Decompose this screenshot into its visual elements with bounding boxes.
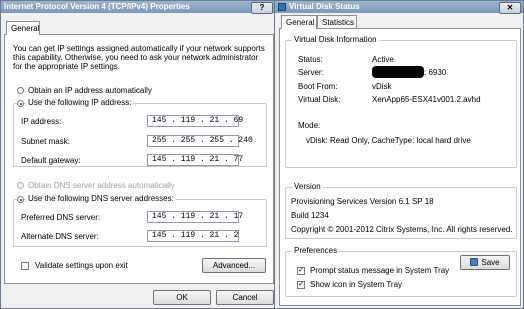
close-button[interactable]: ✕ <box>499 2 521 14</box>
intro-line-2: this capability. Otherwise, you need to … <box>13 53 259 62</box>
use-dns-label[interactable]: Use the following DNS server addresses: <box>26 194 176 204</box>
vdisk-general-panel: Virtual Disk Information Status: Active … <box>279 28 521 306</box>
subnet-mask-label: Subnet mask: <box>21 137 70 146</box>
ip-address-label: IP address: <box>21 117 62 126</box>
virtual-disk-label: Virtual Disk: <box>298 95 341 104</box>
preferred-dns-label: Preferred DNS server: <box>21 213 101 222</box>
save-icon <box>470 258 479 266</box>
ipv4-general-panel: You can get IP settings assigned automat… <box>4 34 274 284</box>
intro-line-1: You can get IP settings assigned automat… <box>13 44 265 53</box>
tab-general[interactable]: General <box>6 21 40 35</box>
show-icon-checkbox[interactable]: ✓ <box>297 281 305 289</box>
mode-value: vDisk: Read Only, CacheType: local hard … <box>306 136 471 145</box>
vdisk-status-window: Virtual Disk Status ✕ General Statistics… <box>274 0 524 309</box>
boot-from-label: Boot From: <box>298 82 338 91</box>
ipv4-properties-window: Internet Protocol Version 4 (TCP/IPv4) P… <box>0 0 276 309</box>
virtual-disk-value: XenApp65-ESX41v001.2.avhd <box>372 95 481 104</box>
vdisk-info-title: Virtual Disk Information <box>292 35 379 45</box>
build-line: Build 1234 <box>291 211 329 220</box>
alternate-dns-input[interactable]: 145 . 119 . 21 . 2 <box>147 230 239 242</box>
advanced-button[interactable]: Advanced... <box>202 258 266 273</box>
status-value: Active <box>372 55 394 64</box>
copyright-line: Copyright © 2001-2012 Citrix Systems, In… <box>291 225 513 234</box>
vdisk-title: Virtual Disk Status <box>275 1 523 13</box>
intro-line-3: for the appropriate IP settings. <box>13 62 121 71</box>
gateway-input[interactable]: 145 . 119 . 21 . 77 <box>147 154 243 166</box>
obtain-ip-auto-radio[interactable] <box>17 87 24 94</box>
show-icon-label[interactable]: Show icon in System Tray <box>310 280 402 289</box>
use-ip-label[interactable]: Use the following IP address: <box>26 98 134 108</box>
prompt-status-label[interactable]: Prompt status message in System Tray <box>310 266 449 275</box>
use-dns-radio[interactable] <box>17 196 24 203</box>
boot-from-value: vDisk <box>372 82 392 91</box>
tab-vdisk-general[interactable]: General <box>281 15 317 29</box>
obtain-dns-auto-radio[interactable] <box>17 182 24 189</box>
alternate-dns-label: Alternate DNS server: <box>21 232 99 241</box>
server-port: : 6930 <box>424 68 447 77</box>
preferred-dns-input[interactable]: 145 . 119 . 21 . 17 <box>147 211 243 223</box>
help-button[interactable]: ? <box>251 2 273 14</box>
prompt-status-checkbox[interactable]: ✓ <box>297 267 305 275</box>
preferences-title: Preferences <box>292 246 340 256</box>
obtain-ip-auto-label[interactable]: Obtain an IP address automatically <box>28 86 152 95</box>
ipv4-title: Internet Protocol Version 4 (TCP/IPv4) P… <box>1 1 275 13</box>
obtain-dns-auto-label[interactable]: Obtain DNS server address automatically <box>28 181 175 190</box>
save-button[interactable]: Save <box>460 255 510 270</box>
gateway-label: Default gateway: <box>21 156 81 165</box>
save-label: Save <box>481 258 500 267</box>
validate-label[interactable]: Validate settings upon exit <box>35 261 128 270</box>
ok-button[interactable]: OK <box>153 290 211 305</box>
version-title: Version <box>292 182 323 192</box>
cancel-button[interactable]: Cancel <box>216 290 274 305</box>
validate-checkbox[interactable] <box>21 262 29 270</box>
subnet-mask-input[interactable]: 255 . 255 . 255 . 240 <box>147 135 253 147</box>
version-line: Provisioning Services Version 6.1 SP 18 <box>291 197 434 206</box>
mode-label: Mode: <box>298 121 321 130</box>
tab-statistics[interactable]: Statistics <box>317 15 357 29</box>
status-label: Status: <box>298 55 323 64</box>
redacted-server-name <box>372 66 424 78</box>
ip-address-input[interactable]: 145 . 119 . 21 . 69 <box>147 115 243 127</box>
server-label: Server: <box>298 68 324 77</box>
app-icon <box>278 3 286 11</box>
use-ip-radio[interactable] <box>17 100 24 107</box>
